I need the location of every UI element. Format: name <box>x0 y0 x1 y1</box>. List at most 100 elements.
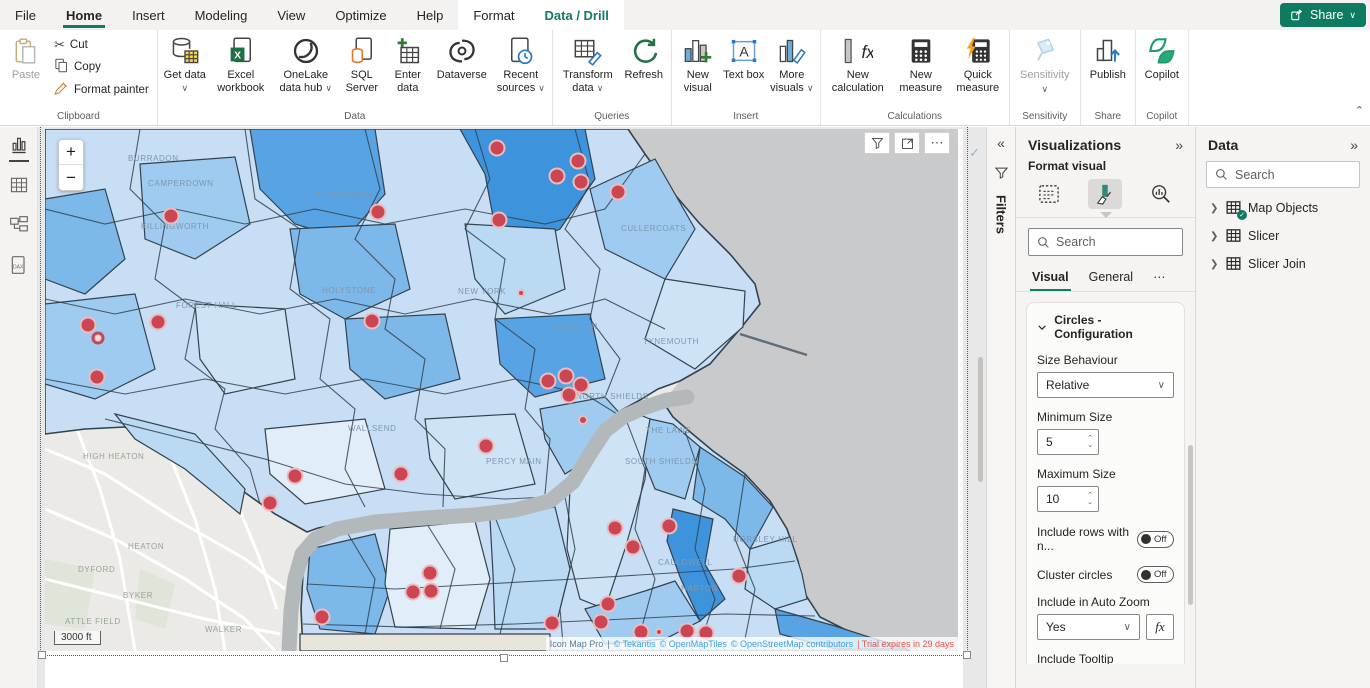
sql-server-button[interactable]: SQL Server <box>340 32 384 98</box>
menu-tab-home[interactable]: Home <box>51 0 117 30</box>
circles-configuration-header[interactable]: Circles - Configuration <box>1037 313 1174 341</box>
new-calculation-button[interactable]: fx New calculation <box>825 32 891 98</box>
format-search-input[interactable]: Search <box>1028 228 1183 256</box>
icon-map-visual[interactable]: BURRADONCAMPERDOWNBACKWORTHKILLINGWORTHF… <box>45 129 958 651</box>
format-painter-button[interactable]: Format painter <box>50 80 153 100</box>
copilot-button[interactable]: Copilot <box>1140 32 1184 86</box>
chevron-right-icon[interactable]: ❯ <box>1210 231 1220 242</box>
svg-text:WALKER: WALKER <box>205 625 242 634</box>
sidebar-table-view[interactable] <box>0 167 38 207</box>
include-in-auto-zoom-fx-button[interactable]: fx <box>1146 614 1174 640</box>
minimum-size-label: Minimum Size <box>1037 410 1174 424</box>
svg-text:BACKWORTH: BACKWORTH <box>315 191 372 200</box>
resize-handle[interactable] <box>963 651 971 659</box>
tab-visual[interactable]: Visual <box>1030 266 1071 291</box>
svg-text:ATTLE FIELD: ATTLE FIELD <box>65 617 121 626</box>
menu-tab-help[interactable]: Help <box>402 0 459 30</box>
data-table-map-objects[interactable]: ❯ ✓ Map Objects <box>1196 194 1370 222</box>
svg-text:DAX: DAX <box>13 264 24 270</box>
paste-button[interactable]: Paste <box>4 32 48 86</box>
focus-mode-icon[interactable] <box>894 132 920 154</box>
refresh-button[interactable]: Refresh <box>621 32 667 86</box>
resize-handle[interactable] <box>38 651 46 659</box>
svg-text:A: A <box>739 43 749 59</box>
expand-filters-icon[interactable]: « <box>997 135 1005 151</box>
onelake-hub-icon <box>291 36 321 66</box>
chevron-right-icon[interactable]: ❯ <box>1210 203 1220 214</box>
recent-sources-button[interactable]: Recent sources ∨ <box>494 32 548 98</box>
publish-button[interactable]: Publish <box>1085 32 1131 86</box>
visual-filter-icon[interactable] <box>864 132 890 154</box>
data-table-slicer-join[interactable]: ❯ Slicer Join <box>1196 250 1370 278</box>
sensitivity-button[interactable]: Sensitivity ∨ <box>1014 32 1076 98</box>
report-canvas[interactable]: BURRADONCAMPERDOWNBACKWORTHKILLINGWORTHF… <box>38 127 986 688</box>
ribbon-group-insert: New visual A Text box More visuals ∨ Ins… <box>672 30 821 125</box>
menu-tab-view[interactable]: View <box>262 0 320 30</box>
collapse-visualizations-icon[interactable]: » <box>1175 137 1183 153</box>
ribbon-group-label: Copilot <box>1140 109 1184 125</box>
svg-text:DYFORD: DYFORD <box>78 565 115 574</box>
share-button[interactable]: Share ∨ <box>1280 3 1366 27</box>
tab-more[interactable]: ··· <box>1151 266 1168 291</box>
analytics-icon[interactable] <box>1144 179 1178 209</box>
menu-tab-insert[interactable]: Insert <box>117 0 180 30</box>
copy-button[interactable]: Copy <box>50 57 153 77</box>
ribbon: Paste ✂ Cut Copy Format painter Clipboar… <box>0 30 1370 126</box>
more-options-icon[interactable]: ⋯ <box>924 132 950 154</box>
text-box-button[interactable]: A Text box <box>722 32 766 86</box>
svg-text:BURRADON: BURRADON <box>128 154 179 163</box>
sidebar-report-view[interactable] <box>0 127 38 167</box>
menu-tab-format[interactable]: Format <box>458 0 529 30</box>
maximum-size-stepper[interactable]: 10 ⌃⌄ <box>1037 486 1099 512</box>
cluster-circles-toggle[interactable]: Off <box>1137 566 1174 583</box>
more-visuals-button[interactable]: More visuals ∨ <box>768 32 816 98</box>
format-visual-icon[interactable] <box>1088 179 1122 209</box>
chevron-right-icon[interactable]: ❯ <box>1210 259 1220 270</box>
new-visual-button[interactable]: New visual <box>676 32 720 98</box>
sidebar-model-view[interactable] <box>0 207 38 247</box>
zoom-in-button[interactable]: + <box>59 140 83 165</box>
menu-tab-file[interactable]: File <box>0 0 51 30</box>
collapse-ribbon-icon[interactable]: ⌃ <box>1355 104 1364 117</box>
menu-tab-data-drill[interactable]: Data / Drill <box>530 0 624 30</box>
sensitivity-icon <box>1031 36 1059 66</box>
text-box-icon: A <box>730 36 758 66</box>
sidebar-dax-query-view[interactable]: DAX <box>0 247 38 287</box>
attribution-link[interactable]: © OpenStreetMap contributors <box>731 639 853 649</box>
onelake-hub-button[interactable]: OneLake data hub ∨ <box>274 32 338 98</box>
new-measure-button[interactable]: New measure <box>893 32 949 98</box>
dax-query-view-icon: DAX <box>9 255 29 280</box>
attribution-link[interactable]: © OpenMapTiles <box>660 639 727 649</box>
resize-handle[interactable] <box>500 654 508 662</box>
zoom-out-button[interactable]: − <box>59 165 83 190</box>
menu-tab-modeling[interactable]: Modeling <box>180 0 263 30</box>
get-data-button[interactable]: Get data ∨ <box>162 32 208 98</box>
menu-tab-optimize[interactable]: Optimize <box>320 0 401 30</box>
dataverse-button[interactable]: Dataverse <box>432 32 492 86</box>
attribution-link[interactable]: © Tekantis <box>614 639 656 649</box>
enter-data-button[interactable]: Enter data <box>386 32 430 98</box>
menu-bar: FileHomeInsertModelingViewOptimizeHelpFo… <box>0 0 1370 30</box>
include-in-auto-zoom-select[interactable]: Yes∨ <box>1037 614 1140 640</box>
excel-workbook-button[interactable]: X Excel workbook <box>210 32 272 98</box>
minimum-size-stepper[interactable]: 5 ⌃⌄ <box>1037 429 1099 455</box>
data-search-input[interactable]: Search <box>1206 161 1360 188</box>
trial-notice: | Trial expires in 29 days <box>857 639 954 649</box>
tab-general[interactable]: General <box>1087 266 1135 291</box>
map[interactable]: BURRADONCAMPERDOWNBACKWORTHKILLINGWORTHF… <box>45 129 958 651</box>
include-rows-with-n-toggle[interactable]: Off <box>1137 531 1174 548</box>
data-table-slicer[interactable]: ❯ Slicer <box>1196 222 1370 250</box>
svg-text:HEATON: HEATON <box>128 542 164 551</box>
dataverse-icon <box>447 36 477 66</box>
build-visual-icon[interactable] <box>1032 179 1066 209</box>
size-behaviour-select[interactable]: Relative∨ <box>1037 372 1174 398</box>
canvas-scrollbar[interactable] <box>978 357 983 482</box>
selection-check-icon: ✓ <box>969 145 980 161</box>
quick-measure-button[interactable]: Quick measure <box>951 32 1005 98</box>
svg-text:CULLERCOATS: CULLERCOATS <box>621 224 686 233</box>
ribbon-group-share: Publish Share <box>1081 30 1136 125</box>
panel-scrollbar[interactable] <box>1188 445 1193 605</box>
cut-button[interactable]: ✂ Cut <box>50 36 153 54</box>
transform-data-button[interactable]: Transform data ∨ <box>557 32 619 98</box>
collapse-data-icon[interactable]: » <box>1350 137 1358 153</box>
